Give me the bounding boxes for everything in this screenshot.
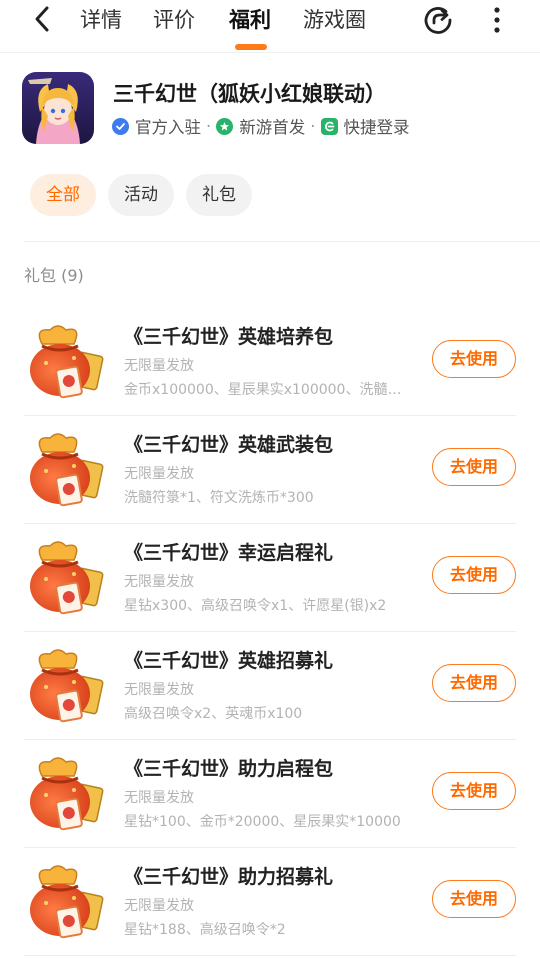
gift-bag-icon bbox=[24, 534, 106, 616]
use-button[interactable]: 去使用 bbox=[432, 772, 516, 810]
tag-new-release: 新游首发 bbox=[239, 118, 306, 137]
gift-contents: 金币x100000、星辰果实x100000、洗髓符箓x1 bbox=[124, 382, 414, 398]
nav-divider bbox=[0, 52, 540, 53]
tag-separator: · bbox=[206, 116, 212, 136]
chevron-left-icon bbox=[35, 6, 49, 32]
gift-title: 《三千幻世》英雄招募礼 bbox=[124, 650, 334, 672]
star-badge-icon bbox=[216, 117, 234, 135]
gift-item[interactable]: 《三千幻世》英雄招募礼 无限量发放 高级召唤令x2、英魂币x100 去使用 bbox=[0, 632, 540, 740]
gift-bag-icon bbox=[24, 318, 106, 400]
tag-separator: · bbox=[310, 116, 316, 136]
gift-item[interactable]: 《三千幻世》英雄武装包 无限量发放 洗髓符箓*1、符文洗炼币*300 去使用 bbox=[0, 416, 540, 524]
game-tags: 官方入驻 · 新游首发 · 快捷登录 bbox=[112, 114, 410, 138]
gift-list: 《三千幻世》英雄培养包 无限量发放 金币x100000、星辰果实x100000、… bbox=[0, 308, 540, 956]
tab-benefits[interactable]: 福利 bbox=[229, 5, 271, 35]
gift-title: 《三千幻世》助力启程包 bbox=[124, 758, 334, 780]
verified-shield-icon bbox=[112, 117, 129, 135]
tag-quick-login: 快捷登录 bbox=[343, 118, 410, 137]
gift-contents: 星钻*100、金币*20000、星辰果实*10000 bbox=[124, 814, 401, 830]
back-button[interactable] bbox=[26, 2, 60, 36]
top-navigation: 详情 评价 福利 游戏圈 bbox=[0, 0, 540, 52]
tag-official: 官方入驻 bbox=[135, 118, 201, 137]
gift-bag-icon bbox=[24, 642, 106, 724]
gift-limit: 无限量发放 bbox=[124, 574, 194, 590]
gift-title: 《三千幻世》英雄培养包 bbox=[124, 326, 334, 348]
gift-title: 《三千幻世》助力招募礼 bbox=[124, 866, 334, 888]
gift-item[interactable]: 《三千幻世》英雄培养包 无限量发放 金币x100000、星辰果实x100000、… bbox=[0, 308, 540, 416]
quick-login-icon bbox=[320, 117, 338, 135]
filter-chip-activities[interactable]: 活动 bbox=[108, 174, 174, 216]
more-vertical-icon bbox=[494, 7, 500, 33]
row-divider bbox=[24, 955, 516, 956]
tab-reviews[interactable]: 评价 bbox=[153, 5, 195, 35]
gift-contents: 高级召唤令x2、英魂币x100 bbox=[124, 706, 303, 722]
section-divider bbox=[24, 241, 540, 242]
gift-item[interactable]: 《三千幻世》助力启程包 无限量发放 星钻*100、金币*20000、星辰果实*1… bbox=[0, 740, 540, 848]
share-icon bbox=[424, 7, 452, 34]
tab-game-circle[interactable]: 游戏圈 bbox=[303, 5, 366, 35]
gift-limit: 无限量发放 bbox=[124, 682, 194, 698]
share-button[interactable] bbox=[420, 2, 456, 38]
gift-contents: 洗髓符箓*1、符文洗炼币*300 bbox=[124, 490, 314, 506]
gift-bag-icon bbox=[24, 858, 106, 940]
gift-title: 《三千幻世》幸运启程礼 bbox=[124, 542, 334, 564]
gift-bag-icon bbox=[24, 426, 106, 508]
use-button[interactable]: 去使用 bbox=[432, 340, 516, 378]
gift-limit: 无限量发放 bbox=[124, 358, 194, 374]
gift-limit: 无限量发放 bbox=[124, 790, 194, 806]
filter-chip-all[interactable]: 全部 bbox=[30, 174, 96, 216]
game-artwork-image bbox=[22, 72, 94, 144]
gift-limit: 无限量发放 bbox=[124, 466, 194, 482]
use-button[interactable]: 去使用 bbox=[432, 448, 516, 486]
use-button[interactable]: 去使用 bbox=[432, 556, 516, 594]
game-icon[interactable] bbox=[22, 72, 94, 144]
use-button[interactable]: 去使用 bbox=[432, 880, 516, 918]
more-options-button[interactable] bbox=[482, 2, 512, 38]
filter-chip-gift-packs[interactable]: 礼包 bbox=[186, 174, 252, 216]
gift-contents: 星钻x300、高级召唤令x1、许愿星(银)x2 bbox=[124, 598, 387, 614]
gift-contents: 星钻*188、高级召唤令*2 bbox=[124, 922, 286, 938]
gift-item[interactable]: 《三千幻世》幸运启程礼 无限量发放 星钻x300、高级召唤令x1、许愿星(银)x… bbox=[0, 524, 540, 632]
gift-section-label: 礼包 (9) bbox=[24, 266, 84, 285]
use-button[interactable]: 去使用 bbox=[432, 664, 516, 702]
gift-item[interactable]: 《三千幻世》助力招募礼 无限量发放 星钻*188、高级召唤令*2 去使用 bbox=[0, 848, 540, 956]
gift-bag-icon bbox=[24, 750, 106, 832]
gift-title: 《三千幻世》英雄武装包 bbox=[124, 434, 334, 456]
tab-details[interactable]: 详情 bbox=[80, 5, 122, 35]
game-title: 三千幻世（狐妖小红娘联动） bbox=[113, 82, 386, 106]
gift-limit: 无限量发放 bbox=[124, 898, 194, 914]
active-tab-indicator bbox=[235, 44, 267, 50]
